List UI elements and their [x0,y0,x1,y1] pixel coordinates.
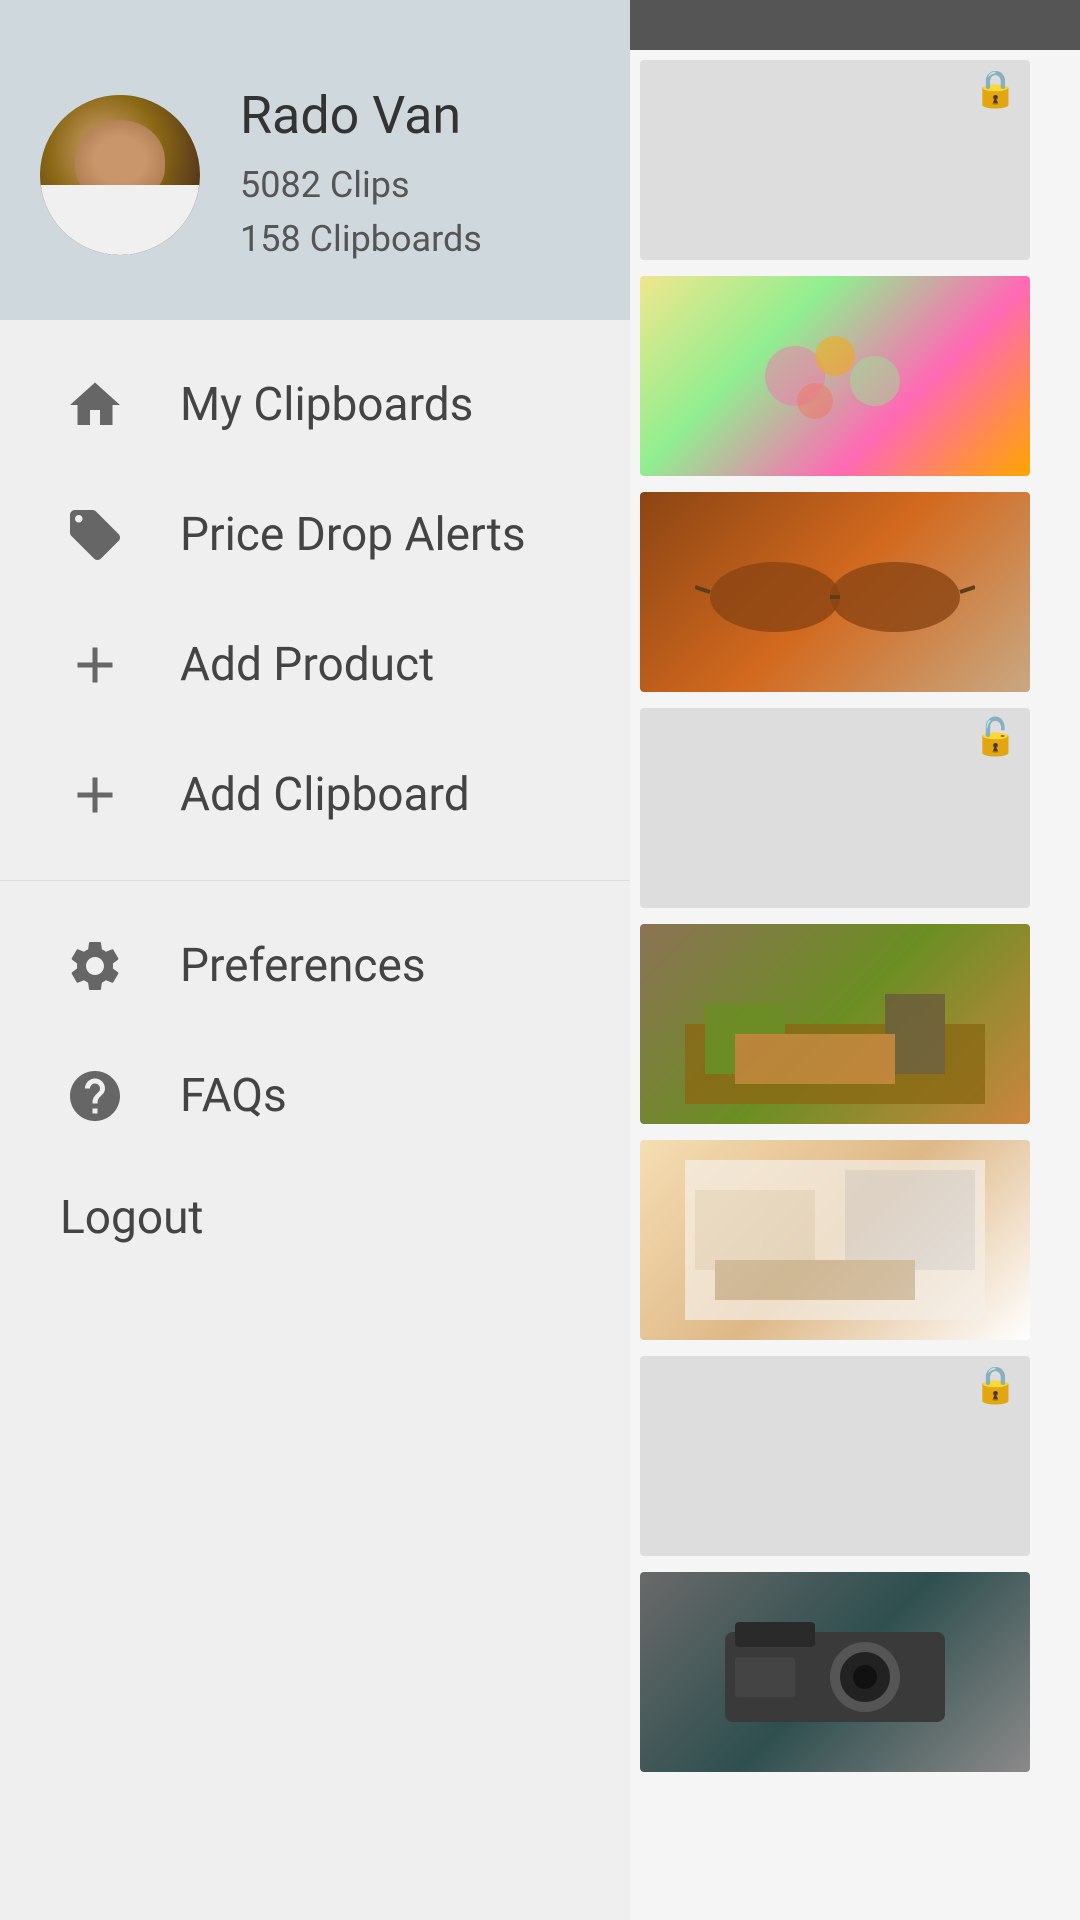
right-image-grid: 🔒 [630,50,1060,1798]
lock-icon: 🔓 [973,716,1018,758]
menu-label-add-clipboard: Add Clipboard [180,768,470,822]
primary-menu: My Clipboards Price Drop Alerts Add Prod… [0,320,630,881]
grid-item[interactable] [640,1140,1030,1340]
thumbnail [640,1356,1030,1556]
menu-label-preferences: Preferences [180,939,426,993]
pricetag-icon [60,500,130,570]
avatar-image [40,95,200,255]
grid-item[interactable] [640,492,1030,692]
thumbnail [640,60,1030,260]
menu-item-preferences[interactable]: Preferences [0,901,630,1031]
grid-item[interactable]: 🔒 [640,1356,1030,1556]
thumbnail [640,708,1030,908]
grid-item[interactable] [640,1572,1030,1772]
menu-item-faqs[interactable]: FAQs [0,1031,630,1161]
menu-item-add-clipboard[interactable]: Add Clipboard [0,730,630,860]
profile-header: Rado Van 5082 Clips 158 Clipboards [0,0,630,320]
profile-info: Rado Van 5082 Clips 158 Clipboards [240,85,482,266]
thumbnail [640,276,1030,476]
grid-item[interactable]: 🔒 [640,60,1030,260]
gear-icon [60,931,130,1001]
menu-label-faqs: FAQs [180,1069,287,1123]
grid-item[interactable] [640,276,1030,476]
menu-item-logout[interactable]: Logout [0,1161,630,1275]
navigation-drawer: Rado Van 5082 Clips 158 Clipboards My Cl… [0,0,630,1920]
grid-item[interactable]: 🔓 [640,708,1030,908]
grid-item[interactable] [640,924,1030,1124]
lock-icon: 🔒 [973,1364,1018,1406]
thumbnail [640,1140,1030,1340]
thumbnail [640,492,1030,692]
question-icon [60,1061,130,1131]
home-icon [60,370,130,440]
thumbnail [640,1572,1030,1772]
menu-label-add-product: Add Product [180,638,434,692]
menu-item-add-product[interactable]: Add Product [0,600,630,730]
menu-item-price-drop-alerts[interactable]: Price Drop Alerts [0,470,630,600]
secondary-menu: Preferences FAQs Logout [0,881,630,1295]
menu-item-my-clipboards[interactable]: My Clipboards [0,340,630,470]
lock-icon: 🔒 [973,68,1018,110]
avatar [40,95,200,255]
menu-label-logout: Logout [60,1191,203,1245]
profile-clips: 5082 Clips 158 Clipboards [240,158,482,266]
menu-label-price-drop-alerts: Price Drop Alerts [180,508,526,562]
add-clipboard-icon [60,760,130,830]
profile-name: Rado Van [240,85,482,146]
menu-label-my-clipboards: My Clipboards [180,378,473,432]
thumbnail [640,924,1030,1124]
add-product-icon [60,630,130,700]
